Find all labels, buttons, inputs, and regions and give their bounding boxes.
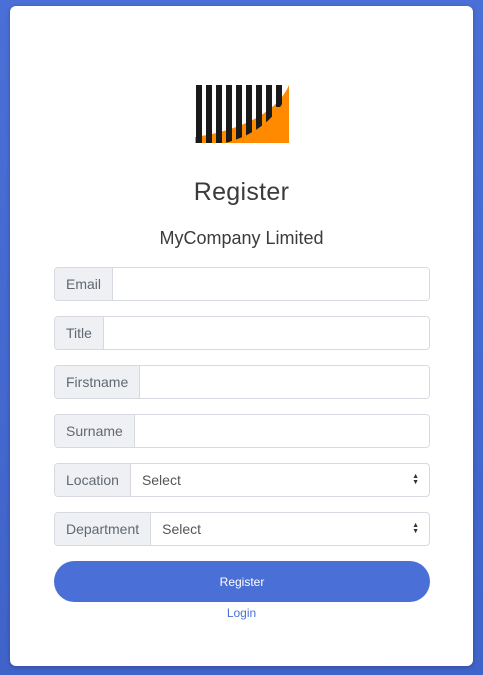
department-selected-value: Select (162, 521, 202, 537)
login-link[interactable]: Login (10, 606, 473, 620)
firstname-field-group: Firstname (54, 365, 430, 399)
firstname-label: Firstname (55, 366, 141, 398)
surname-field-group: Surname (54, 414, 430, 448)
email-label: Email (55, 268, 114, 300)
location-label: Location (55, 464, 131, 496)
page-title: Register (193, 178, 290, 206)
email-field-group: Email (54, 267, 430, 301)
title-input[interactable] (103, 317, 429, 349)
email-input[interactable] (113, 268, 429, 300)
location-select[interactable]: Select ▲ ▼ (131, 464, 429, 496)
title-field-group: Title (54, 316, 430, 350)
select-arrows-icon: ▲ ▼ (412, 473, 419, 486)
surname-label: Surname (55, 415, 135, 447)
department-field-group: Department Select ▲ ▼ (54, 512, 430, 546)
register-card: Register MyCompany Limited Email Title F… (10, 6, 473, 666)
surname-input[interactable] (134, 415, 429, 447)
title-label: Title (55, 317, 104, 349)
department-select[interactable]: Select ▲ ▼ (151, 513, 429, 545)
select-arrows-icon: ▲ ▼ (412, 522, 419, 535)
company-logo (195, 85, 289, 143)
location-selected-value: Select (141, 472, 181, 488)
register-button[interactable]: Register (54, 561, 430, 602)
company-name: MyCompany Limited (159, 228, 324, 248)
firstname-input[interactable] (140, 366, 429, 398)
location-field-group: Location Select ▲ ▼ (54, 463, 430, 497)
department-label: Department (55, 513, 152, 545)
